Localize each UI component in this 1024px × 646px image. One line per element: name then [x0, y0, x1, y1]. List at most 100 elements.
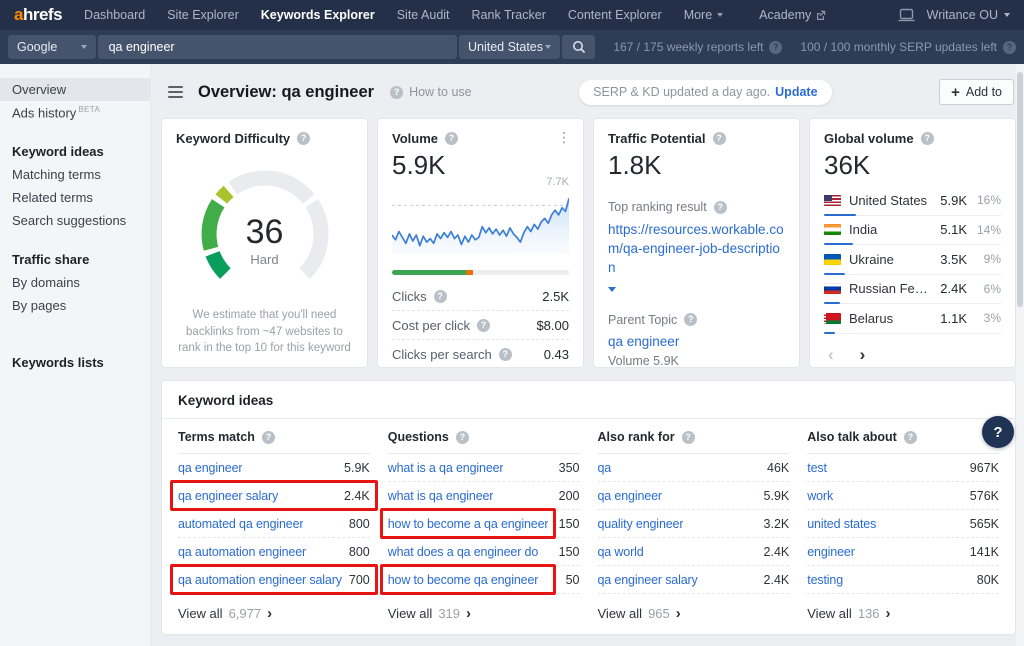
keyword-search-input[interactable]: [98, 35, 457, 59]
help-icon[interactable]: [769, 41, 782, 54]
keyword-volume: 150: [559, 545, 580, 559]
keyword-link[interactable]: qa engineer salary: [598, 573, 698, 587]
scrollbar-track[interactable]: [1016, 64, 1024, 646]
help-icon[interactable]: [904, 431, 917, 444]
add-to-button[interactable]: Add to: [939, 79, 1014, 105]
sidebar-item-search-suggestions[interactable]: Search suggestions: [0, 209, 150, 232]
view-all-link[interactable]: View all965: [598, 606, 790, 621]
sidebar-item-by-pages[interactable]: By pages: [0, 294, 150, 317]
sidebar-item-by-domains[interactable]: By domains: [0, 271, 150, 294]
keyword-link[interactable]: qa engineer: [178, 461, 242, 475]
keyword-row: qa46K: [598, 454, 790, 482]
parent-topic-text: Parent Topic: [608, 313, 677, 327]
parent-topic-link[interactable]: qa engineer: [608, 334, 679, 349]
prev-page-icon[interactable]: [828, 346, 834, 363]
help-icon[interactable]: [713, 132, 726, 145]
view-all-link[interactable]: View all319: [388, 606, 580, 621]
sidebar-section-keywords-lists: Keywords lists: [0, 351, 150, 374]
search-button[interactable]: [562, 35, 595, 59]
help-icon[interactable]: [921, 132, 934, 145]
keyword-link[interactable]: qa engineer: [598, 489, 662, 503]
view-all-link[interactable]: View all6,977: [178, 606, 370, 621]
nav-item-site-audit[interactable]: Site Audit: [397, 8, 450, 22]
nav-item-more[interactable]: More: [684, 8, 723, 22]
keyword-link[interactable]: united states: [807, 517, 876, 531]
keyword-ideas-grid: Terms match qa engineer5.9K qa engineer sa…: [178, 419, 999, 621]
help-fab-button[interactable]: [982, 416, 1014, 448]
country-row-ukraine[interactable]: Ukraine3.5K9%: [824, 245, 1001, 275]
top-navigation: ahrefs Dashboard Site Explorer Keywords Ex…: [0, 0, 1024, 30]
keyword-link[interactable]: qa automation engineer salary: [178, 573, 342, 587]
search-engine-select[interactable]: Google: [8, 35, 96, 59]
keyword-link[interactable]: how to become qa engineer: [388, 573, 539, 587]
nav-item-content-explorer[interactable]: Content Explorer: [568, 8, 662, 22]
sidebar-item-matching-terms[interactable]: Matching terms: [0, 163, 150, 186]
view-all-link[interactable]: View all136: [807, 606, 999, 621]
country-volume: 2.4K: [940, 281, 967, 296]
keyword-link[interactable]: qa: [598, 461, 612, 475]
how-to-use-link[interactable]: How to use: [390, 85, 472, 99]
keyword-link[interactable]: testing: [807, 573, 843, 587]
help-icon[interactable]: [262, 431, 275, 444]
help-icon[interactable]: [477, 319, 490, 332]
country-row-united-states[interactable]: United States5.9K16%: [824, 186, 1001, 216]
country-row-india[interactable]: India5.1K14%: [824, 216, 1001, 246]
keyword-link[interactable]: work: [807, 489, 833, 503]
country-percent: 9%: [971, 252, 1001, 266]
nav-item-rank-tracker[interactable]: Rank Tracker: [472, 8, 546, 22]
expand-caret-icon[interactable]: [608, 287, 616, 292]
sidebar-item-ads-history[interactable]: Ads historyBETA: [0, 101, 150, 124]
keyword-link[interactable]: quality engineer: [598, 517, 684, 531]
help-icon[interactable]: [456, 431, 469, 444]
help-icon[interactable]: [434, 290, 447, 303]
help-icon[interactable]: [499, 348, 512, 361]
help-icon[interactable]: [1003, 41, 1016, 54]
search-icon: [572, 40, 586, 54]
country-percent: 14%: [971, 223, 1001, 237]
help-icon[interactable]: [445, 132, 458, 145]
nav-item-keywords-explorer[interactable]: Keywords Explorer: [261, 8, 375, 22]
country-row-belarus[interactable]: Belarus1.1K3%: [824, 304, 1001, 334]
account-menu[interactable]: Writance OU: [927, 8, 1010, 22]
keyword-volume: 80K: [977, 573, 999, 587]
scrollbar-thumb[interactable]: [1017, 72, 1023, 307]
keyword-link[interactable]: engineer: [807, 545, 854, 559]
help-icon[interactable]: [297, 132, 310, 145]
sidebar-item-related-terms[interactable]: Related terms: [0, 186, 150, 209]
traffic-potential-card: Traffic Potential 1.8K Top ranking resul…: [593, 118, 800, 368]
keyword-link[interactable]: what does a qa engineer do: [388, 545, 538, 559]
keyword-link[interactable]: qa world: [598, 545, 644, 559]
update-link[interactable]: Update: [775, 85, 817, 99]
keyword-link[interactable]: what is a qa engineer: [388, 461, 504, 475]
keyword-link[interactable]: automated qa engineer: [178, 517, 303, 531]
device-icon[interactable]: [898, 8, 915, 22]
nav-item-dashboard[interactable]: Dashboard: [84, 8, 145, 22]
keyword-link[interactable]: what is qa engineer: [388, 489, 494, 503]
traffic-potential-title: Traffic Potential: [608, 131, 706, 146]
keyword-link[interactable]: qa automation engineer: [178, 545, 306, 559]
country-row-russian-federation[interactable]: Russian Federation2.4K6%: [824, 275, 1001, 305]
next-page-icon[interactable]: [860, 346, 866, 363]
keyword-row: what is a qa engineer350: [388, 454, 580, 482]
sidebar-item-overview[interactable]: Overview: [0, 78, 150, 101]
help-icon[interactable]: [714, 201, 727, 214]
sidebar-section-traffic-share: Traffic share: [0, 248, 150, 271]
ahrefs-logo[interactable]: ahrefs: [14, 5, 62, 25]
column-header-terms-match: Terms match: [178, 419, 370, 454]
keyword-row: how to become qa engineer50: [388, 566, 580, 594]
top-ranking-url-link[interactable]: https://resources.workable.com/qa-engine…: [608, 221, 785, 278]
keyword-ideas-card: Keyword ideas Terms matchqa engineer5.9K…: [161, 380, 1016, 635]
keyword-row: qa engineer5.9K: [598, 482, 790, 510]
country-select[interactable]: United States: [459, 35, 560, 59]
keyword-link[interactable]: how to become a qa engineer: [388, 517, 549, 531]
help-icon[interactable]: [684, 313, 697, 326]
volume-card: Volume 5.9K 7.7K Cli: [377, 118, 584, 368]
nav-item-site-explorer[interactable]: Site Explorer: [167, 8, 239, 22]
help-icon[interactable]: [682, 431, 695, 444]
hamburger-menu-icon[interactable]: [168, 83, 183, 101]
keyword-link[interactable]: qa engineer salary: [178, 489, 278, 503]
keyword-link[interactable]: test: [807, 461, 827, 475]
nav-item-academy[interactable]: Academy: [759, 8, 826, 22]
keyword-column-questions: Questionswhat is a qa engineer350what is…: [388, 419, 580, 621]
kebab-menu-icon[interactable]: [557, 129, 571, 146]
